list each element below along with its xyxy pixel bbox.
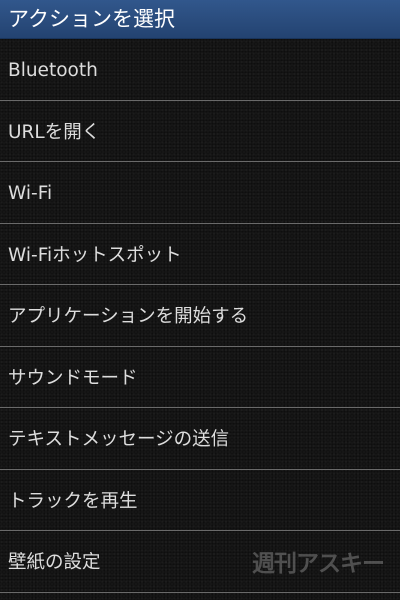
action-item-play-track[interactable]: トラックを再生	[0, 470, 400, 531]
dialog-title-bar: アクションを選択	[0, 0, 400, 39]
action-label: テキストメッセージの送信	[8, 429, 230, 451]
action-item-sound-mode[interactable]: サウンドモード	[0, 347, 400, 408]
watermark-logo: 週刊アスキー	[252, 551, 385, 577]
action-label: URLを開く	[8, 121, 101, 143]
action-item-wifi-hotspot[interactable]: Wi-Fiホットスポット	[0, 224, 400, 285]
action-label: Wi-Fi	[8, 183, 53, 205]
action-label: アプリケーションを開始する	[8, 306, 249, 328]
action-label: サウンドモード	[8, 367, 138, 389]
action-label: Wi-Fiホットスポット	[8, 244, 182, 266]
action-item-send-text-message[interactable]: テキストメッセージの送信	[0, 408, 400, 470]
dialog-title: アクションを選択	[8, 7, 175, 31]
action-item-wifi[interactable]: Wi-Fi	[0, 162, 400, 224]
action-label: 壁紙の設定	[8, 552, 101, 574]
action-list: Bluetooth URLを開く Wi-Fi Wi-Fiホットスポット アプリケ…	[0, 39, 400, 593]
action-label: Bluetooth	[8, 60, 98, 82]
action-item-start-application[interactable]: アプリケーションを開始する	[0, 285, 400, 347]
action-item-bluetooth[interactable]: Bluetooth	[0, 39, 400, 101]
action-item-open-url[interactable]: URLを開く	[0, 101, 400, 162]
action-label: トラックを再生	[8, 490, 138, 512]
